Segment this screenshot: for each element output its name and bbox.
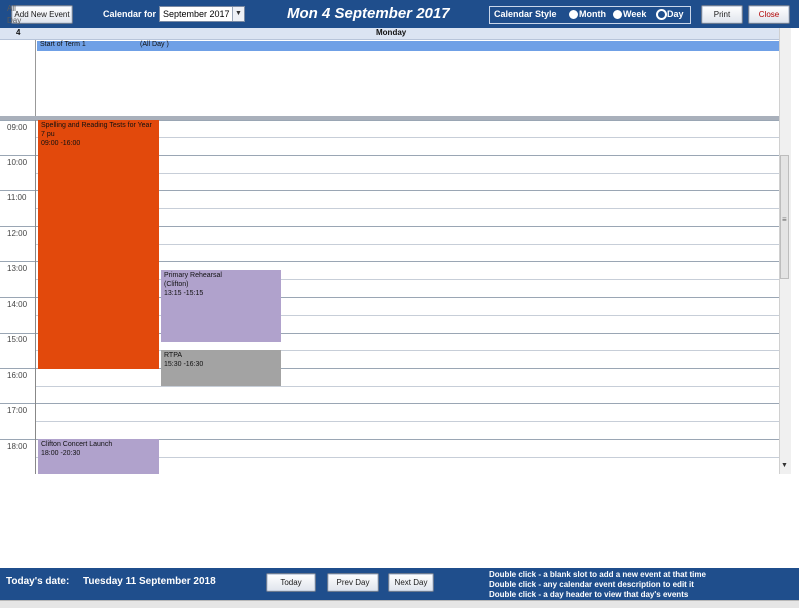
half-hour-line [36,421,779,422]
today-button[interactable]: Today [266,573,316,592]
hint-text: Double click - a blank slot to add a new… [489,570,706,579]
hour-label: 18:00 [7,442,28,451]
calendar-style-label: Calendar Style [494,9,557,19]
scroll-down-icon[interactable]: ▼ [780,462,789,473]
grip-icon: ≡ [782,215,787,224]
radio-day[interactable] [657,10,666,19]
todays-date-value: Tuesday 11 September 2018 [83,576,216,587]
day-header[interactable]: 4 Monday [0,28,779,40]
next-day-button[interactable]: Next Day [388,573,434,592]
calendar-month-select[interactable]: September 2017 ▼ [159,6,245,22]
radio-day-label[interactable]: Day [667,9,684,19]
hour-label: 14:00 [7,300,28,309]
calendar-for-label: Calendar for [103,9,157,19]
calendar-style-group: Calendar Style Month Week Day [489,6,691,24]
close-button[interactable]: Close [748,5,790,24]
event-time: 13:15 -15:15 [164,290,204,297]
event-title[interactable]: Spelling and Reading Tests for Year 7 pu [41,121,156,139]
prev-day-button[interactable]: Prev Day [327,573,379,592]
all-day-event[interactable]: Start of Term 1 (All Day ) [37,41,779,51]
half-hour-line [36,386,779,387]
time-column-divider [35,120,36,474]
hour-label: 09:00 [7,123,28,132]
all-day-area[interactable] [0,40,779,120]
event-title[interactable]: Clifton Concert Launch [41,440,156,449]
event-time: 15:30 -16:30 [164,361,204,368]
hour-label: 16:00 [7,371,28,380]
hint-text: Double click - a day header to view that… [489,590,689,599]
event-time: 09:00 -16:00 [41,140,81,147]
todays-date-label: Today's date: [6,576,70,587]
calendar-event[interactable]: Clifton Concert Launch 18:00 -20:30 [38,439,159,474]
hour-label: 17:00 [7,406,28,415]
hour-label: 11:00 [7,193,27,202]
calendar-event[interactable]: Spelling and Reading Tests for Year 7 pu… [38,120,159,369]
hour-label: 15:00 [7,335,28,344]
hour-label: 13:00 [7,264,28,273]
hour-line [0,403,779,404]
calendar-month-value: September 2017 [163,9,230,19]
time-grid[interactable]: 09:00 10:00 11:00 12:00 13:00 14:00 15:0… [0,120,779,474]
day-number: 4 [16,28,21,37]
hour-label: 10:00 [7,158,28,167]
radio-week[interactable] [613,10,622,19]
calendar-event[interactable]: Primary Rehearsal (Clifton) 13:15 -15:15 [161,270,281,342]
radio-week-label[interactable]: Week [623,9,646,19]
calendar-event[interactable]: RTPA 15:30 -16:30 [161,350,281,386]
all-day-event-tag: (All Day ) [140,41,169,48]
hint-text: Double click - any calendar event descri… [489,580,694,589]
all-day-label-line2: Day [7,16,22,25]
radio-month[interactable] [569,10,578,19]
all-day-divider [35,40,36,116]
radio-month-label[interactable]: Month [579,9,606,19]
all-day-label: All Day [7,3,21,27]
chevron-down-icon[interactable]: ▼ [232,7,244,21]
print-button[interactable]: Print [701,5,743,24]
page-title: Mon 4 September 2017 [287,5,450,22]
day-name[interactable]: Monday [376,28,406,37]
all-day-event-title[interactable]: Start of Term 1 [40,41,86,48]
hour-label: 12:00 [7,229,28,238]
event-title[interactable]: Primary Rehearsal (Clifton) [164,271,234,289]
event-title[interactable]: RTPA [164,351,278,360]
all-day-label-line1: All [7,4,16,13]
event-time: 18:00 -20:30 [41,450,81,457]
